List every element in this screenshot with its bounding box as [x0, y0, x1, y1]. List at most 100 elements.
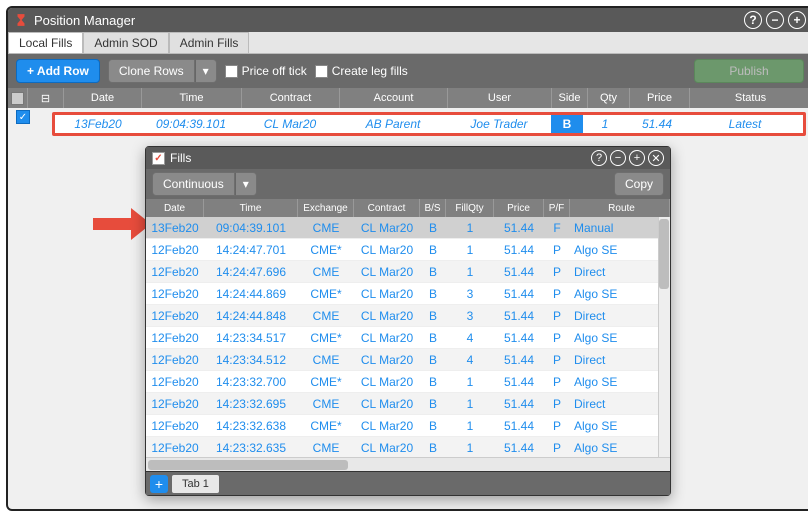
fills-cell: 1 [446, 221, 494, 235]
fcol-contract[interactable]: Contract [354, 199, 420, 217]
col-side[interactable]: Side [552, 88, 588, 108]
fills-cell: Manual [570, 221, 670, 235]
col-time[interactable]: Time [142, 88, 242, 108]
fills-titlebar[interactable]: ✓ Fills ? − + ✕ [146, 147, 670, 169]
fills-cell: CME [298, 265, 354, 279]
fcol-exchange[interactable]: Exchange [298, 199, 354, 217]
fills-row[interactable]: 12Feb2014:24:44.848CMECL Mar20B351.44PDi… [146, 305, 670, 327]
fills-cell: 51.44 [494, 441, 544, 455]
select-all-checkbox[interactable] [11, 92, 24, 105]
horizontal-scrollbar[interactable] [146, 457, 670, 471]
col-account[interactable]: Account [340, 88, 448, 108]
fills-cell: 14:24:47.696 [204, 265, 298, 279]
fills-cell: 51.44 [494, 419, 544, 433]
fills-cell: CL Mar20 [354, 419, 420, 433]
fills-cell: 12Feb20 [146, 331, 204, 345]
fills-cell: CL Mar20 [354, 287, 420, 301]
fcol-price[interactable]: Price [494, 199, 544, 217]
pm-selected-row[interactable]: 13Feb20 09:04:39.101 CL Mar20 AB Parent … [52, 112, 806, 136]
mode-button[interactable]: Continuous [152, 172, 235, 196]
fills-help-icon[interactable]: ? [591, 150, 607, 166]
fills-cell: 09:04:39.101 [204, 221, 298, 235]
fills-cell: CME [298, 441, 354, 455]
fills-check-icon[interactable]: ✓ [152, 152, 165, 165]
fills-row[interactable]: 12Feb2014:23:32.700CME*CL Mar20B151.44PA… [146, 371, 670, 393]
fills-column-header: Date Time Exchange Contract B/S FillQty … [146, 199, 670, 217]
fcol-route[interactable]: Route [570, 199, 670, 217]
fills-cell: P [544, 309, 570, 323]
clone-rows-button[interactable]: Clone Rows [108, 59, 195, 83]
fills-cell: Algo SE [570, 243, 670, 257]
row-checkbox[interactable]: ✓ [16, 110, 30, 124]
maximize-icon[interactable]: + [788, 11, 806, 29]
row-contract: CL Mar20 [241, 117, 339, 131]
fills-cell: 1 [446, 441, 494, 455]
fills-row[interactable]: 12Feb2014:24:44.869CME*CL Mar20B351.44PA… [146, 283, 670, 305]
fills-cell: Algo SE [570, 331, 670, 345]
fills-cell: 14:24:44.848 [204, 309, 298, 323]
add-tab-button[interactable]: + [150, 475, 168, 493]
fills-row[interactable]: 12Feb2014:23:32.695CMECL Mar20B151.44PDi… [146, 393, 670, 415]
fills-cell: 1 [446, 375, 494, 389]
fills-cell: 51.44 [494, 221, 544, 235]
fills-row[interactable]: 12Feb2014:24:47.701CME*CL Mar20B151.44PA… [146, 239, 670, 261]
row-date: 13Feb20 [55, 117, 141, 131]
tab-admin-fills[interactable]: Admin Fills [169, 32, 250, 53]
col-price[interactable]: Price [630, 88, 690, 108]
minimize-icon[interactable]: − [766, 11, 784, 29]
fills-row[interactable]: 12Feb2014:23:32.638CME*CL Mar20B151.44PA… [146, 415, 670, 437]
fills-row[interactable]: 13Feb2009:04:39.101CMECL Mar20B151.44FMa… [146, 217, 670, 239]
fills-row[interactable]: 12Feb2014:24:47.696CMECL Mar20B151.44PDi… [146, 261, 670, 283]
fills-cell: CL Mar20 [354, 221, 420, 235]
fills-cell: 51.44 [494, 353, 544, 367]
fills-row[interactable]: 12Feb2014:23:32.635CMECL Mar20B151.44PAl… [146, 437, 670, 457]
fills-row[interactable]: 12Feb2014:23:34.517CME*CL Mar20B451.44PA… [146, 327, 670, 349]
fills-cell: 51.44 [494, 265, 544, 279]
fills-cell: P [544, 375, 570, 389]
hscroll-thumb[interactable] [148, 460, 348, 470]
fills-cell: 14:23:34.517 [204, 331, 298, 345]
mode-dropdown[interactable]: ▾ [235, 172, 257, 196]
fills-cell: 4 [446, 331, 494, 345]
fills-cell: 14:24:44.869 [204, 287, 298, 301]
fills-cell: Direct [570, 397, 670, 411]
fills-cell: CME [298, 353, 354, 367]
clone-rows-dropdown[interactable]: ▾ [195, 59, 217, 83]
fills-row[interactable]: 12Feb2014:23:34.512CMECL Mar20B451.44PDi… [146, 349, 670, 371]
create-leg-fills-checkbox[interactable]: Create leg fills [315, 64, 408, 78]
fills-close-icon[interactable]: ✕ [648, 150, 664, 166]
vertical-scrollbar[interactable] [658, 217, 670, 457]
price-off-tick-label: Price off tick [242, 64, 307, 78]
col-contract[interactable]: Contract [242, 88, 340, 108]
fills-minimize-icon[interactable]: − [610, 150, 626, 166]
fills-cell: 4 [446, 353, 494, 367]
col-date[interactable]: Date [64, 88, 142, 108]
fills-body[interactable]: 13Feb2009:04:39.101CMECL Mar20B151.44FMa… [146, 217, 670, 457]
tab-admin-sod[interactable]: Admin SOD [83, 32, 168, 53]
help-icon[interactable]: ? [744, 11, 762, 29]
fills-cell: CL Mar20 [354, 331, 420, 345]
col-user[interactable]: User [448, 88, 552, 108]
publish-button[interactable]: Publish [694, 59, 804, 83]
fills-cell: 14:23:32.700 [204, 375, 298, 389]
fills-cell: 12Feb20 [146, 287, 204, 301]
fills-maximize-icon[interactable]: + [629, 150, 645, 166]
fills-cell: B [420, 331, 446, 345]
bottom-tab-1[interactable]: Tab 1 [172, 475, 219, 493]
price-off-tick-checkbox[interactable]: Price off tick [225, 64, 307, 78]
tab-local-fills[interactable]: Local Fills [8, 32, 83, 53]
fcol-pf[interactable]: P/F [544, 199, 570, 217]
fcol-bs[interactable]: B/S [420, 199, 446, 217]
col-status[interactable]: Status [690, 88, 808, 108]
expand-col[interactable]: ⊟ [28, 88, 64, 108]
add-row-button[interactable]: + Add Row [16, 59, 100, 83]
fills-cell: 12Feb20 [146, 419, 204, 433]
fills-cell: CME [298, 221, 354, 235]
fcol-date[interactable]: Date [146, 199, 204, 217]
fcol-time[interactable]: Time [204, 199, 298, 217]
fcol-fillqty[interactable]: FillQty [446, 199, 494, 217]
scroll-thumb[interactable] [659, 219, 669, 289]
fills-cell: P [544, 397, 570, 411]
col-qty[interactable]: Qty [588, 88, 630, 108]
copy-button[interactable]: Copy [614, 172, 664, 196]
